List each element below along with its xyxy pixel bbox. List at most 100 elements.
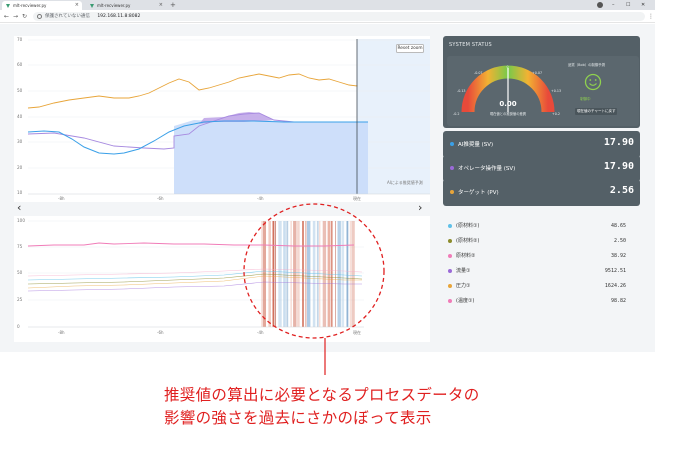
back-to-current-chart-button[interactable]: 現在値のチャートに戻す	[575, 108, 618, 115]
gauge-tick: +0.2	[552, 112, 560, 116]
legend-dot	[448, 299, 452, 303]
influence-stripe	[341, 221, 345, 327]
legend-dot	[450, 190, 454, 194]
minimize-button[interactable]: –	[612, 0, 615, 10]
legend-dot	[448, 224, 452, 228]
y-tick-label: 60	[17, 62, 23, 67]
legend-dot	[450, 166, 454, 170]
tab-title: mlt-recviewer.py	[97, 3, 131, 8]
x-tick-label: -8h	[58, 196, 65, 201]
y-tick-label: 0	[17, 324, 20, 329]
tab-title: mlt-recviewer.py	[13, 3, 47, 8]
menu-kebab-icon[interactable]: ⋮	[648, 10, 654, 23]
annotation-caption-line1: 推奨値の算出に必要となるプロセスデータの	[164, 386, 480, 404]
forward-arrow-icon[interactable]: →	[13, 11, 18, 22]
legend-value: 9512.51	[604, 268, 626, 274]
x-tick-label: -8h	[58, 330, 65, 335]
x-tick-label: -6h	[157, 330, 164, 335]
info-icon	[37, 14, 42, 19]
x-tick-label: 現在	[353, 329, 361, 335]
gauge-tick: -0.2	[453, 112, 459, 116]
influence-stripe	[305, 221, 307, 327]
gauge-value: 0.00	[499, 100, 516, 108]
window-close-button[interactable]: ✕	[641, 0, 645, 10]
reload-icon[interactable]: ↻	[22, 11, 27, 22]
browser-toolbar: ← → ↻ 保護されていない通信 192.168.11.8:8082	[0, 10, 655, 23]
close-icon[interactable]: ×	[159, 1, 163, 10]
profile-icon[interactable]	[597, 2, 603, 8]
y-tick-label: 75	[17, 244, 23, 249]
y-tick-label: 50	[17, 270, 23, 275]
value-label: ターゲット (PV)	[458, 190, 499, 196]
legend-item[interactable]: (原材料①) 48.65	[446, 221, 626, 231]
top-trend-chart[interactable]: 70 60 50 40 30 20 10 -8h -6h -4h 現在	[14, 36, 430, 202]
y-tick-label: 25	[17, 297, 23, 302]
legend-value: 98.82	[610, 298, 626, 304]
influence-stripe	[337, 221, 341, 327]
back-arrow-icon[interactable]: ←	[4, 11, 9, 22]
legend-item[interactable]: (温度①) 98.82	[446, 296, 626, 306]
value-label: AI推奨量 (SV)	[458, 142, 494, 148]
legend-item[interactable]: 流量① 9512.51	[446, 266, 626, 276]
security-warning: 保護されていない通信	[45, 14, 90, 19]
influence-stripe	[312, 221, 316, 327]
legend-item[interactable]: 圧力① 1624.26	[446, 281, 626, 291]
smiley-face-icon	[584, 73, 602, 91]
legend-value: 1624.26	[604, 283, 626, 289]
prediction-label: AIによる推奨値予測	[387, 180, 423, 185]
influence-stripe	[297, 221, 300, 327]
legend-dot	[448, 239, 452, 243]
app-favicon-icon	[6, 4, 10, 8]
legend-dot	[450, 142, 454, 146]
influence-stripe	[346, 221, 349, 327]
bottom-influence-chart[interactable]: 100 75 50 25 0 -8h -6h -4h 現在	[14, 216, 430, 342]
reset-zoom-button[interactable]: Reset zoom	[396, 44, 424, 53]
operator-value-card: オペレータ操作量 (SV) 17.90	[443, 155, 640, 182]
x-tick-label: -4h	[257, 196, 264, 201]
app-favicon-icon	[90, 4, 94, 8]
influence-stripe	[307, 221, 311, 327]
legend-dot	[448, 269, 452, 273]
influence-stripe	[283, 221, 286, 327]
control-status: 制御中	[580, 97, 591, 101]
quality-forecast-title: 品質（Bob）の制御予測	[568, 63, 606, 67]
ai-recommend-value-card: AI推奨量 (SV) 17.90	[443, 131, 640, 158]
legend-label: 流量①	[456, 268, 471, 274]
influence-stripe	[274, 221, 276, 327]
browser-tab-inactive[interactable]: mlt-recviewer.py ×	[86, 1, 166, 10]
gauge-tick: +0.07	[532, 71, 542, 75]
ai-recommend-area	[174, 120, 368, 194]
legend-label: (原材料②)	[456, 238, 480, 244]
new-tab-button[interactable]: +	[170, 0, 176, 10]
y-tick-label: 70	[17, 37, 23, 42]
address-bar[interactable]: 保護されていない通信 192.168.11.8:8082	[33, 12, 645, 21]
x-tick-label: 現在	[353, 195, 361, 201]
y-tick-label: 100	[17, 218, 25, 223]
legend-label: 圧力①	[456, 283, 471, 289]
legend-value: 2.50	[613, 238, 626, 244]
value-number: 17.90	[603, 137, 634, 148]
influence-stripe	[278, 221, 282, 327]
close-icon[interactable]: ×	[75, 1, 79, 10]
gauge-tick: -0.07	[474, 71, 483, 75]
next-arrow-icon[interactable]: ›	[418, 202, 422, 213]
gauge-tick: 0	[507, 65, 509, 69]
legend-label: (原材料①)	[456, 223, 480, 229]
influence-stripe	[272, 221, 275, 327]
annotation-caption-line2: 影響の強さを過去にさかのぼって表示	[164, 409, 432, 427]
legend-item[interactable]: 原材料② 38.92	[446, 251, 626, 261]
influence-stripe	[302, 221, 304, 327]
prev-arrow-icon[interactable]: ‹	[17, 202, 21, 213]
legend-item[interactable]: (原材料②) 2.50	[446, 236, 626, 246]
system-status-title: SYSTEM STATUS	[449, 42, 492, 48]
influence-stripe	[293, 221, 297, 327]
target-value-card: ターゲット (PV) 2.56	[443, 179, 640, 206]
gauge-tick: -0.13	[457, 89, 466, 93]
influence-stripe	[349, 221, 351, 327]
legend-value: 48.65	[610, 223, 626, 229]
browser-tab-active[interactable]: mlt-recviewer.py ×	[2, 1, 82, 10]
legend-label: 原材料②	[456, 253, 476, 259]
deviation-gauge: -0.07 0 +0.07 -0.13 +0.13 -0.2 +0.2 0.00…	[453, 65, 561, 116]
maximize-button[interactable]: ☐	[626, 0, 630, 10]
x-tick-label: -6h	[157, 196, 164, 201]
